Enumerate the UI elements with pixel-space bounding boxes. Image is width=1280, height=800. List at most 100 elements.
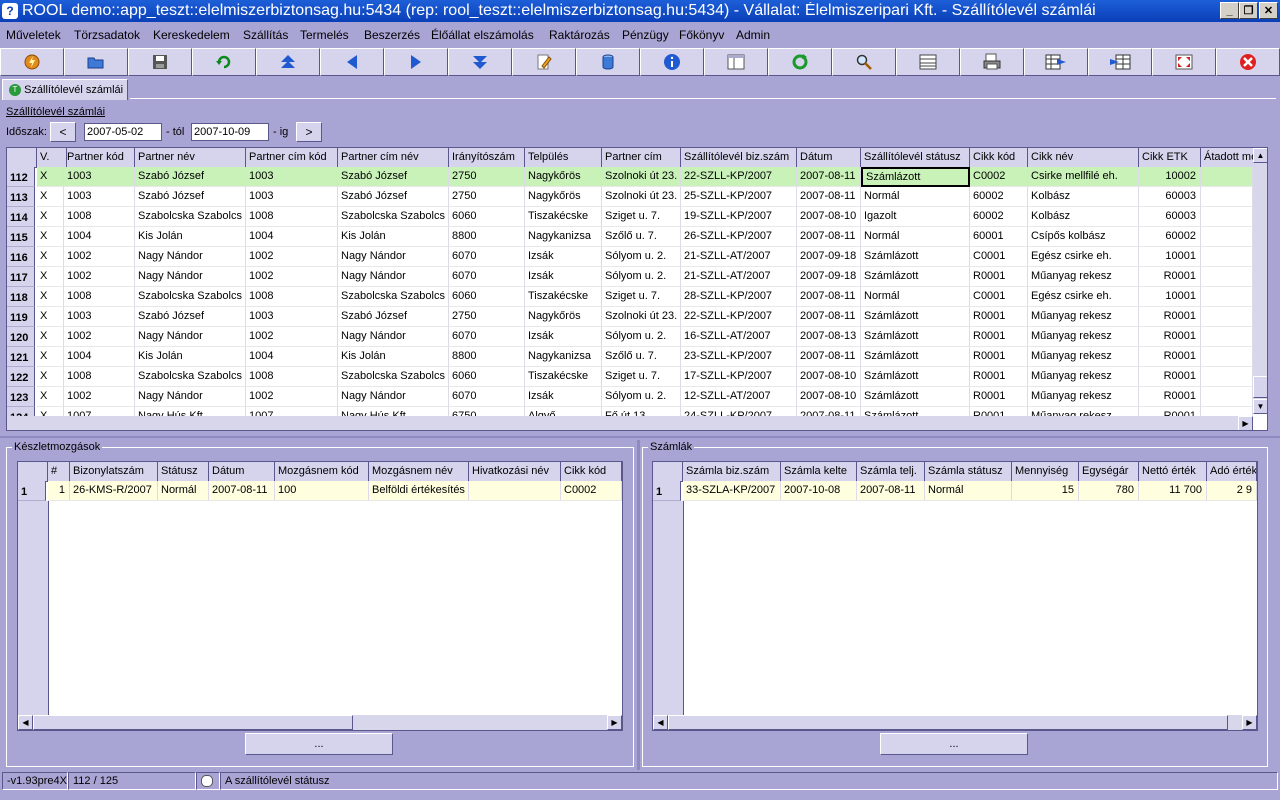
from-date-field[interactable]: 2007-05-02 — [84, 123, 162, 141]
refresh-button[interactable] — [192, 48, 256, 76]
row-number[interactable]: 122 — [7, 367, 35, 387]
table-row[interactable]: 115 X 1004 Kis Jolán 1004 Kis Jolán 8800 Nagyka… — [7, 227, 1253, 247]
col-mozgasnem-kod[interactable]: Mozgásnem kód — [275, 462, 369, 481]
minimize-button[interactable]: _ — [1220, 2, 1239, 19]
menu-penzugy[interactable]: Pénzügy — [622, 28, 669, 42]
row-number[interactable]: 117 — [7, 267, 35, 287]
reload-button[interactable] — [768, 48, 832, 76]
col-mennyiseg[interactable]: Mennyiség — [1012, 462, 1079, 481]
menu-fokonyv[interactable]: Főkönyv — [679, 28, 724, 42]
search-button[interactable] — [832, 48, 896, 76]
row-number[interactable]: 116 — [7, 247, 35, 267]
row-number[interactable]: 112 — [7, 167, 35, 187]
previous-period-button[interactable]: < — [50, 122, 76, 142]
row-number[interactable]: 123 — [7, 387, 35, 407]
col-bizonylatszam[interactable]: Bizonylatszám — [70, 462, 158, 481]
main-grid-hscroll[interactable]: ▶ — [7, 416, 1253, 430]
col-szamla-statusz[interactable]: Számla státusz — [925, 462, 1012, 481]
menu-eloallat[interactable]: Élőállat elszámolás — [431, 28, 534, 42]
menu-muveletek[interactable]: Műveletek — [6, 28, 61, 42]
row-number[interactable]: 121 — [7, 347, 35, 367]
row-number[interactable]: 120 — [7, 327, 35, 347]
menu-kereskedelem[interactable]: Kereskedelem — [153, 28, 230, 42]
export-grid-button[interactable] — [1024, 48, 1088, 76]
col-cikk-kod[interactable]: Cikk kód — [970, 148, 1028, 167]
lightning-button[interactable] — [0, 48, 64, 76]
table-row[interactable]: 122 X 1008 Szabolcska Szabolcs 1008 Szabolcsk… — [7, 367, 1253, 387]
table-row[interactable]: 114 X 1008 Szabolcska Szabolcs 1008 Szabolcsk… — [7, 207, 1253, 227]
col-partner-kod[interactable]: Partner kód — [64, 148, 135, 167]
scroll-left-button[interactable]: ◀ — [653, 715, 668, 730]
menu-termeles[interactable]: Termelés — [300, 28, 349, 42]
tab-szallitolevel-szamlai[interactable]: T Szállítólevél számlái — [2, 79, 128, 100]
row-number[interactable]: 1 — [18, 481, 46, 501]
delivery-note-grid[interactable]: V. Partner kód Partner név Partner cím k… — [6, 147, 1268, 431]
col-telpules[interactable]: Telpülés — [525, 148, 602, 167]
col-partner-cim[interactable]: Partner cím — [602, 148, 681, 167]
next-period-button[interactable]: > — [296, 122, 322, 142]
next-record-button[interactable] — [384, 48, 448, 76]
stock-more-button[interactable]: ... — [245, 733, 393, 755]
table-row[interactable]: 117 X 1002 Nagy Nándor 1002 Nagy Nándor 6070 Iz… — [7, 267, 1253, 287]
col-partner-cim-kod[interactable]: Partner cím kód — [246, 148, 338, 167]
scroll-thumb[interactable] — [668, 715, 1228, 730]
col-szamla-telj[interactable]: Számla telj. — [857, 462, 925, 481]
invoices-grid[interactable]: Számla biz.szám Számla kelte Számla telj… — [652, 461, 1258, 731]
col-szallitolevel-statusz[interactable]: Szállítólevél státusz — [861, 148, 970, 167]
previous-record-button[interactable] — [320, 48, 384, 76]
maximize-button[interactable]: ❐ — [1239, 2, 1258, 19]
col-partner-nev[interactable]: Partner név — [135, 148, 246, 167]
col-datum[interactable]: Dátum — [797, 148, 861, 167]
col-index[interactable]: # — [48, 462, 70, 481]
col-statusz[interactable]: Státusz — [158, 462, 209, 481]
col-partner-cim-nev[interactable]: Partner cím név — [338, 148, 449, 167]
print-preview-button[interactable] — [960, 48, 1024, 76]
database-button[interactable] — [576, 48, 640, 76]
col-cikk-etk[interactable]: Cikk ETK — [1139, 148, 1201, 167]
table-row[interactable]: 121 X 1004 Kis Jolán 1004 Kis Jolán 8800 Nagyka… — [7, 347, 1253, 367]
table-row[interactable]: 120 X 1002 Nagy Nándor 1002 Nagy Nándor 6070 Iz… — [7, 327, 1253, 347]
save-button[interactable] — [128, 48, 192, 76]
table-row[interactable]: 1 1 26-KMS-R/2007 Normál 2007-08-11 100 … — [18, 481, 622, 501]
menu-admin[interactable]: Admin — [736, 28, 770, 42]
table-row[interactable]: 1 33-SZLA-KP/2007 2007-10-08 2007-08-11 … — [653, 481, 1257, 501]
stock-movements-grid[interactable]: # Bizonylatszám Státusz Dátum Mozgásnem … — [17, 461, 623, 731]
vertical-splitter[interactable] — [637, 440, 640, 770]
menu-beszerzes[interactable]: Beszerzés — [364, 28, 420, 42]
scroll-right-button[interactable]: ▶ — [607, 715, 622, 730]
col-atadott-mennyiseg[interactable]: Átadott mennyiség — [1201, 148, 1261, 167]
scroll-right-button[interactable]: ▶ — [1242, 715, 1257, 730]
menu-raktarozas[interactable]: Raktározás — [549, 28, 610, 42]
table-row[interactable]: 118 X 1008 Szabolcska Szabolcs 1008 Szabolcsk… — [7, 287, 1253, 307]
row-number[interactable]: 113 — [7, 187, 35, 207]
main-grid-vscroll[interactable]: ▲ ▼ — [1253, 148, 1267, 414]
last-record-button[interactable] — [448, 48, 512, 76]
col-egysegar[interactable]: Egységár — [1079, 462, 1139, 481]
scroll-down-button[interactable]: ▼ — [1253, 399, 1267, 414]
invoice-grid-hscroll[interactable]: ◀ ▶ — [653, 715, 1257, 730]
scroll-up-button[interactable]: ▲ — [1253, 148, 1267, 163]
open-button[interactable] — [64, 48, 128, 76]
fullscreen-button[interactable] — [1152, 48, 1216, 76]
row-number[interactable]: 118 — [7, 287, 35, 307]
first-record-button[interactable] — [256, 48, 320, 76]
col-mozgasnem-nev[interactable]: Mozgásnem név — [369, 462, 469, 481]
list-view-button[interactable] — [896, 48, 960, 76]
invoice-more-button[interactable]: ... — [880, 733, 1028, 755]
to-date-field[interactable]: 2007-10-09 — [191, 123, 269, 141]
table-row[interactable]: 112 X 1003 Szabó József 1003 Szabó József 2750… — [7, 167, 1253, 187]
col-hivatkozasi-nev[interactable]: Hivatkozási név — [469, 462, 561, 481]
scroll-right-button[interactable]: ▶ — [1238, 416, 1253, 430]
row-number[interactable]: 119 — [7, 307, 35, 327]
table-row[interactable]: 113 X 1003 Szabó József 1003 Szabó József 2750… — [7, 187, 1253, 207]
col-v[interactable]: V. — [37, 148, 67, 167]
col-ado-ertek[interactable]: Adó érték — [1207, 462, 1257, 481]
close-form-button[interactable] — [1216, 48, 1280, 76]
col-szamla-bizszam[interactable]: Számla biz.szám — [683, 462, 781, 481]
col-netto-ertek[interactable]: Nettó érték — [1139, 462, 1207, 481]
form-view-button[interactable] — [704, 48, 768, 76]
menu-szallitas[interactable]: Szállítás — [243, 28, 288, 42]
col-szallitolevel-bizszam[interactable]: Szállítólevél biz.szám — [681, 148, 797, 167]
import-grid-button[interactable] — [1088, 48, 1152, 76]
info-button[interactable] — [640, 48, 704, 76]
